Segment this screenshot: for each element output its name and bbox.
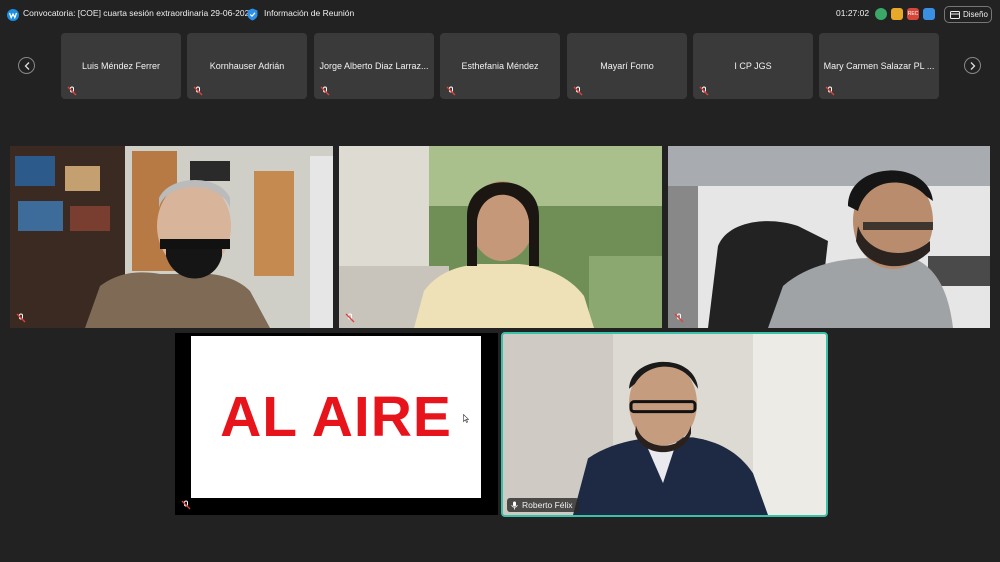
chat-icon[interactable]: [891, 8, 903, 20]
participant-name: Kornhauser Adrián: [209, 61, 285, 71]
mic-muted-icon: [573, 86, 583, 96]
mic-muted-icon: [320, 86, 330, 96]
mic-on-icon: [511, 501, 518, 509]
video-tile-1[interactable]: [10, 146, 333, 328]
mic-muted-icon: [345, 313, 355, 323]
webex-logo-icon: [7, 9, 19, 21]
participant-video: [10, 146, 333, 328]
video-tile-3[interactable]: [668, 146, 990, 328]
video-tile-2[interactable]: [339, 146, 662, 328]
on-air-slide: AL AIRE: [191, 336, 481, 498]
chevron-right-icon: [970, 61, 975, 70]
on-air-text: AL AIRE: [220, 385, 452, 449]
participant-name: Mary Carmen Salazar PL ...: [823, 61, 935, 71]
meeting-title: Convocatoria: [COE] cuarta sesión extrao…: [23, 8, 255, 18]
participant-tile[interactable]: Jorge Alberto Diaz Larraz...: [314, 33, 434, 99]
participant-tile[interactable]: Mary Carmen Salazar PL ...: [819, 33, 939, 99]
video-tile-active-speaker[interactable]: Roberto Félix: [501, 332, 828, 517]
meeting-info-link[interactable]: Información de Reunión: [264, 8, 354, 18]
previous-participants-button[interactable]: [18, 57, 35, 74]
participant-video: [503, 334, 826, 515]
layout-label: Diseño: [963, 10, 988, 19]
speaker-name: Roberto Félix: [522, 500, 573, 510]
share-icon[interactable]: [923, 8, 935, 20]
mouse-cursor-icon: [463, 414, 469, 423]
mic-muted-icon: [193, 86, 203, 96]
shield-info-icon[interactable]: [247, 8, 258, 21]
mic-muted-icon: [446, 86, 456, 96]
mic-muted-icon: [825, 86, 835, 96]
participant-tile[interactable]: Luis Méndez Ferrer: [61, 33, 181, 99]
participant-name: I CP JGS: [734, 61, 772, 71]
participant-tile[interactable]: Mayarí Forno: [567, 33, 687, 99]
recording-icon[interactable]: REC: [907, 8, 919, 20]
participant-tile[interactable]: Kornhauser Adrián: [187, 33, 307, 99]
participant-video: [668, 146, 990, 328]
mic-muted-icon: [16, 313, 26, 323]
speaker-name-tag: Roberto Félix: [507, 498, 579, 512]
mic-muted-icon: [181, 500, 191, 510]
participant-tile[interactable]: I CP JGS: [693, 33, 813, 99]
meeting-timer: 01:27:02: [836, 8, 870, 18]
layout-icon: [950, 10, 960, 19]
mic-muted-icon: [674, 313, 684, 323]
layout-button[interactable]: Diseño: [944, 6, 992, 23]
chevron-left-icon: [24, 61, 29, 70]
mic-muted-icon: [699, 86, 709, 96]
top-bar: Convocatoria: [COE] cuarta sesión extrao…: [0, 0, 1000, 30]
network-status-icon[interactable]: [875, 8, 887, 20]
participant-video: [339, 146, 662, 328]
participant-name: Esthefania Méndez: [461, 61, 539, 71]
participant-name: Mayarí Forno: [600, 61, 654, 71]
participant-name: Jorge Alberto Diaz Larraz...: [319, 61, 429, 71]
participant-tile[interactable]: Esthefania Méndez: [440, 33, 560, 99]
next-participants-button[interactable]: [964, 57, 981, 74]
participant-name: Luis Méndez Ferrer: [81, 61, 161, 71]
mic-muted-icon: [67, 86, 77, 96]
